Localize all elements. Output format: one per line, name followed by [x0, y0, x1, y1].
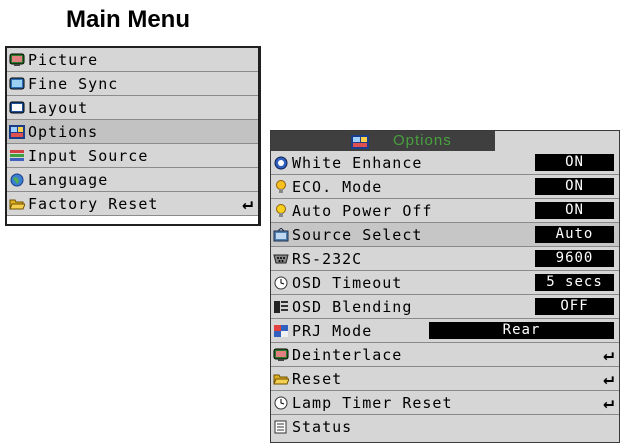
- menu-item-factory-reset[interactable]: Factory Reset ↵: [7, 192, 258, 216]
- option-label: PRJ Mode: [292, 321, 373, 340]
- option-value: 9600: [535, 250, 614, 267]
- option-source-select[interactable]: Source Select Auto: [271, 223, 619, 247]
- option-status[interactable]: Status: [271, 415, 619, 439]
- menu-item-picture[interactable]: Picture: [7, 48, 258, 72]
- menu-item-language[interactable]: Language: [7, 168, 258, 192]
- option-label: Lamp Timer Reset: [292, 393, 453, 412]
- option-value: Rear: [429, 322, 614, 339]
- menu-item-input-source[interactable]: Input Source: [7, 144, 258, 168]
- layout-icon: [9, 101, 25, 115]
- menu-item-label: Layout: [28, 98, 89, 117]
- option-label: ECO. Mode: [292, 177, 383, 196]
- bulb-icon: [273, 179, 289, 194]
- option-value: Auto: [535, 226, 614, 243]
- menu-item-layout[interactable]: Layout: [7, 96, 258, 120]
- status-icon: [273, 420, 289, 434]
- rs232c-icon: [273, 252, 289, 266]
- option-lamp-timer-reset[interactable]: Lamp Timer Reset ↵: [271, 391, 619, 415]
- menu-item-label: Factory Reset: [28, 194, 159, 213]
- main-menu: Picture Fine Sync Layout Options Input S…: [5, 46, 261, 226]
- white-enhance-icon: [273, 156, 289, 170]
- options-menu: Options White Enhance ON ECO. Mode ON Au…: [270, 130, 620, 443]
- clock-icon: [273, 396, 289, 410]
- menu-item-options[interactable]: Options: [7, 120, 258, 144]
- menu-item-label: Options: [28, 122, 99, 141]
- options-icon: [351, 134, 369, 149]
- options-title: Options: [393, 132, 452, 149]
- folder-icon: [273, 372, 290, 386]
- option-eco-mode[interactable]: ECO. Mode ON: [271, 175, 619, 199]
- enter-icon: ↵: [603, 392, 615, 413]
- option-deinterlace[interactable]: Deinterlace ↵: [271, 343, 619, 367]
- option-white-enhance[interactable]: White Enhance ON: [271, 151, 619, 175]
- input-source-icon: [9, 149, 25, 163]
- clock-icon: [273, 276, 289, 290]
- enter-icon: ↵: [603, 344, 615, 365]
- menu-item-label: Fine Sync: [28, 74, 119, 93]
- enter-icon: ↵: [603, 368, 615, 389]
- option-value: OFF: [535, 298, 614, 315]
- menu-item-label: Input Source: [28, 146, 149, 165]
- prj-mode-icon: [273, 324, 289, 338]
- option-osd-blending[interactable]: OSD Blending OFF: [271, 295, 619, 319]
- option-reset[interactable]: Reset ↵: [271, 367, 619, 391]
- option-osd-timeout[interactable]: OSD Timeout 5 secs: [271, 271, 619, 295]
- option-label: Source Select: [292, 225, 423, 244]
- monitor-icon: [273, 348, 289, 362]
- option-prj-mode[interactable]: PRJ Mode Rear: [271, 319, 619, 343]
- menu-item-fine-sync[interactable]: Fine Sync: [7, 72, 258, 96]
- option-label: OSD Timeout: [292, 273, 403, 292]
- option-label: White Enhance: [292, 153, 423, 172]
- globe-icon: [9, 173, 25, 187]
- option-rs232c[interactable]: RS-232C 9600: [271, 247, 619, 271]
- option-label: Status: [292, 418, 353, 436]
- page-title: Main Menu: [66, 6, 190, 33]
- source-select-icon: [273, 226, 289, 242]
- enter-icon: ↵: [242, 193, 254, 214]
- blending-icon: [273, 300, 289, 314]
- option-label: Auto Power Off: [292, 201, 433, 220]
- options-header: Options: [271, 131, 495, 151]
- option-label: Deinterlace: [292, 345, 403, 364]
- option-value: ON: [535, 202, 614, 219]
- menu-item-label: Picture: [28, 50, 99, 69]
- option-value: ON: [535, 178, 614, 195]
- option-value: ON: [535, 154, 614, 171]
- folder-icon: [9, 197, 26, 211]
- option-label: RS-232C: [292, 249, 363, 268]
- bulb-icon: [273, 203, 289, 218]
- options-icon: [9, 124, 25, 139]
- option-label: OSD Blending: [292, 297, 413, 316]
- monitor-icon: [9, 53, 25, 67]
- option-value: 5 secs: [535, 274, 614, 291]
- option-label: Reset: [292, 369, 343, 388]
- fine-sync-icon: [9, 77, 25, 91]
- option-auto-power-off[interactable]: Auto Power Off ON: [271, 199, 619, 223]
- menu-item-label: Language: [28, 170, 109, 189]
